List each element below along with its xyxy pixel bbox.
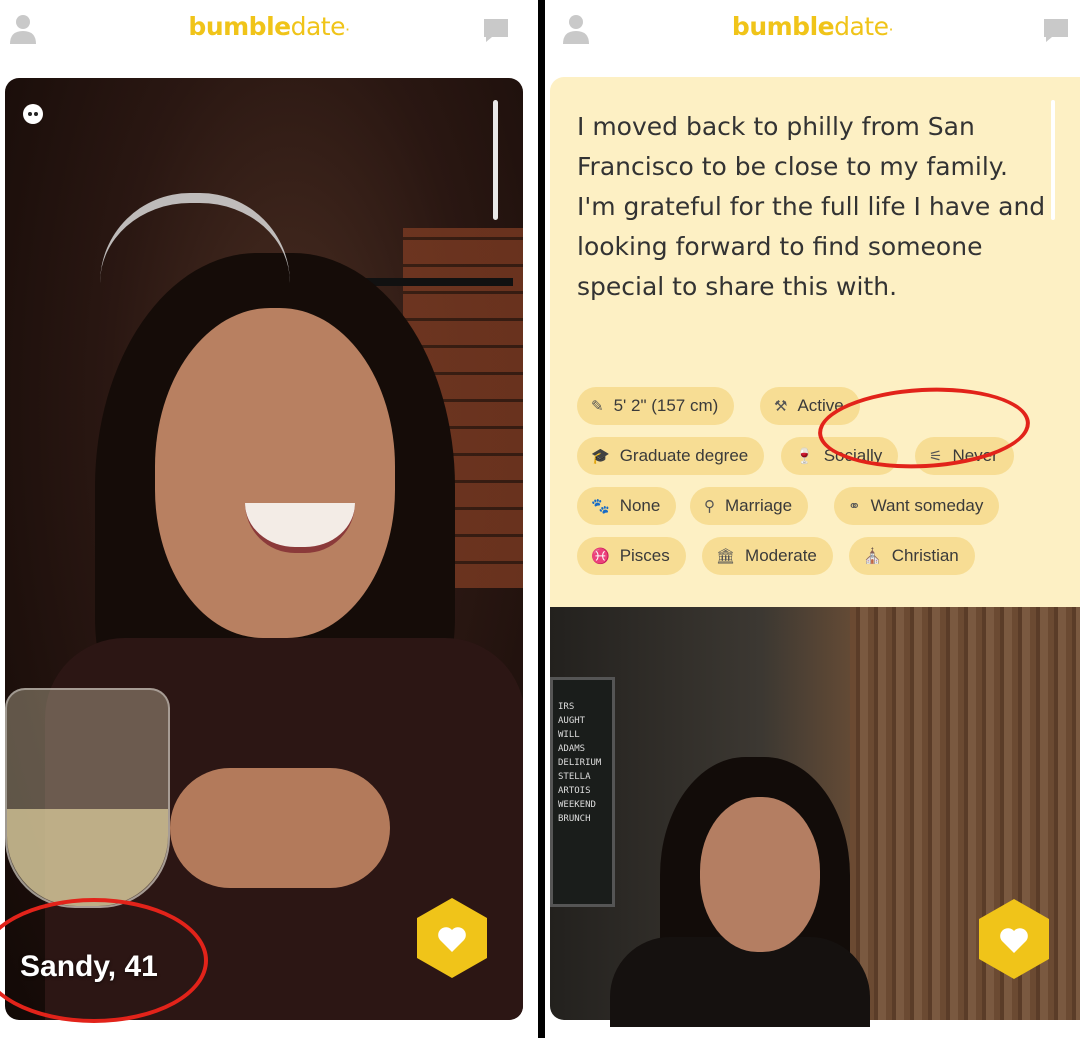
pointing-hand bbox=[170, 768, 390, 888]
zodiac-icon: ♓ bbox=[591, 548, 610, 565]
religion-icon: ⛪ bbox=[863, 548, 882, 565]
chip-religion: ⛪ Christian bbox=[849, 537, 975, 575]
search-icon: ⚲ bbox=[704, 498, 715, 515]
app-logo: bumbledate· bbox=[188, 12, 350, 41]
shelf bbox=[363, 278, 513, 286]
wine-glass-icon: 🍷 bbox=[795, 448, 814, 465]
chat-icon[interactable] bbox=[1042, 17, 1070, 43]
like-button[interactable] bbox=[413, 896, 491, 980]
scroll-indicator bbox=[1051, 100, 1055, 220]
photo-progress-indicator bbox=[493, 100, 498, 220]
dumbbell-icon: ⚒ bbox=[774, 398, 788, 415]
top-bar: bumbledate· bbox=[545, 0, 1080, 62]
ruler-icon: ✎ bbox=[591, 398, 604, 415]
bio-section[interactable]: I moved back to philly from San Francisc… bbox=[550, 77, 1080, 607]
face bbox=[700, 797, 820, 952]
graduation-cap-icon: 🎓 bbox=[591, 448, 610, 465]
like-button[interactable] bbox=[975, 897, 1053, 981]
chat-icon[interactable] bbox=[482, 17, 510, 43]
chip-height: ✎ 5' 2" (157 cm) bbox=[577, 387, 735, 425]
chip-pets: 🐾 None bbox=[577, 487, 677, 525]
profile-icon[interactable] bbox=[561, 12, 591, 46]
chip-politics: 🏛 Moderate bbox=[702, 537, 833, 575]
more-options-icon[interactable] bbox=[23, 104, 43, 124]
profile-icon[interactable] bbox=[8, 12, 38, 46]
bank-icon: 🏛 bbox=[716, 548, 736, 565]
second-profile-photo[interactable]: IRS AUGHT WILL ADAMS DELIRIUM STELLA ART… bbox=[550, 607, 1080, 1027]
right-profile-panel: bumbledate· I moved back to philly from … bbox=[545, 0, 1080, 1038]
left-profile-panel: bumbledate· Sandy, 41 bbox=[0, 0, 538, 1038]
face bbox=[155, 308, 395, 638]
tiara bbox=[100, 193, 290, 313]
shirt bbox=[610, 937, 870, 1027]
chip-kids: ⚭ Want someday bbox=[834, 487, 1000, 525]
chip-looking-for: ⚲ Marriage bbox=[690, 487, 809, 525]
paw-icon: 🐾 bbox=[591, 498, 610, 515]
profile-photo[interactable] bbox=[5, 78, 523, 1020]
pacifier-icon: ⚭ bbox=[848, 498, 861, 515]
chip-education: 🎓 Graduate degree bbox=[577, 437, 765, 475]
bio-text: I moved back to philly from San Francisc… bbox=[577, 112, 1046, 301]
top-bar: bumbledate· bbox=[0, 0, 538, 62]
chalkboard-menu: IRS AUGHT WILL ADAMS DELIRIUM STELLA ART… bbox=[550, 677, 615, 907]
chip-zodiac: ♓ Pisces bbox=[577, 537, 686, 575]
app-logo: bumbledate· bbox=[731, 12, 894, 41]
wine-glass bbox=[5, 688, 170, 908]
